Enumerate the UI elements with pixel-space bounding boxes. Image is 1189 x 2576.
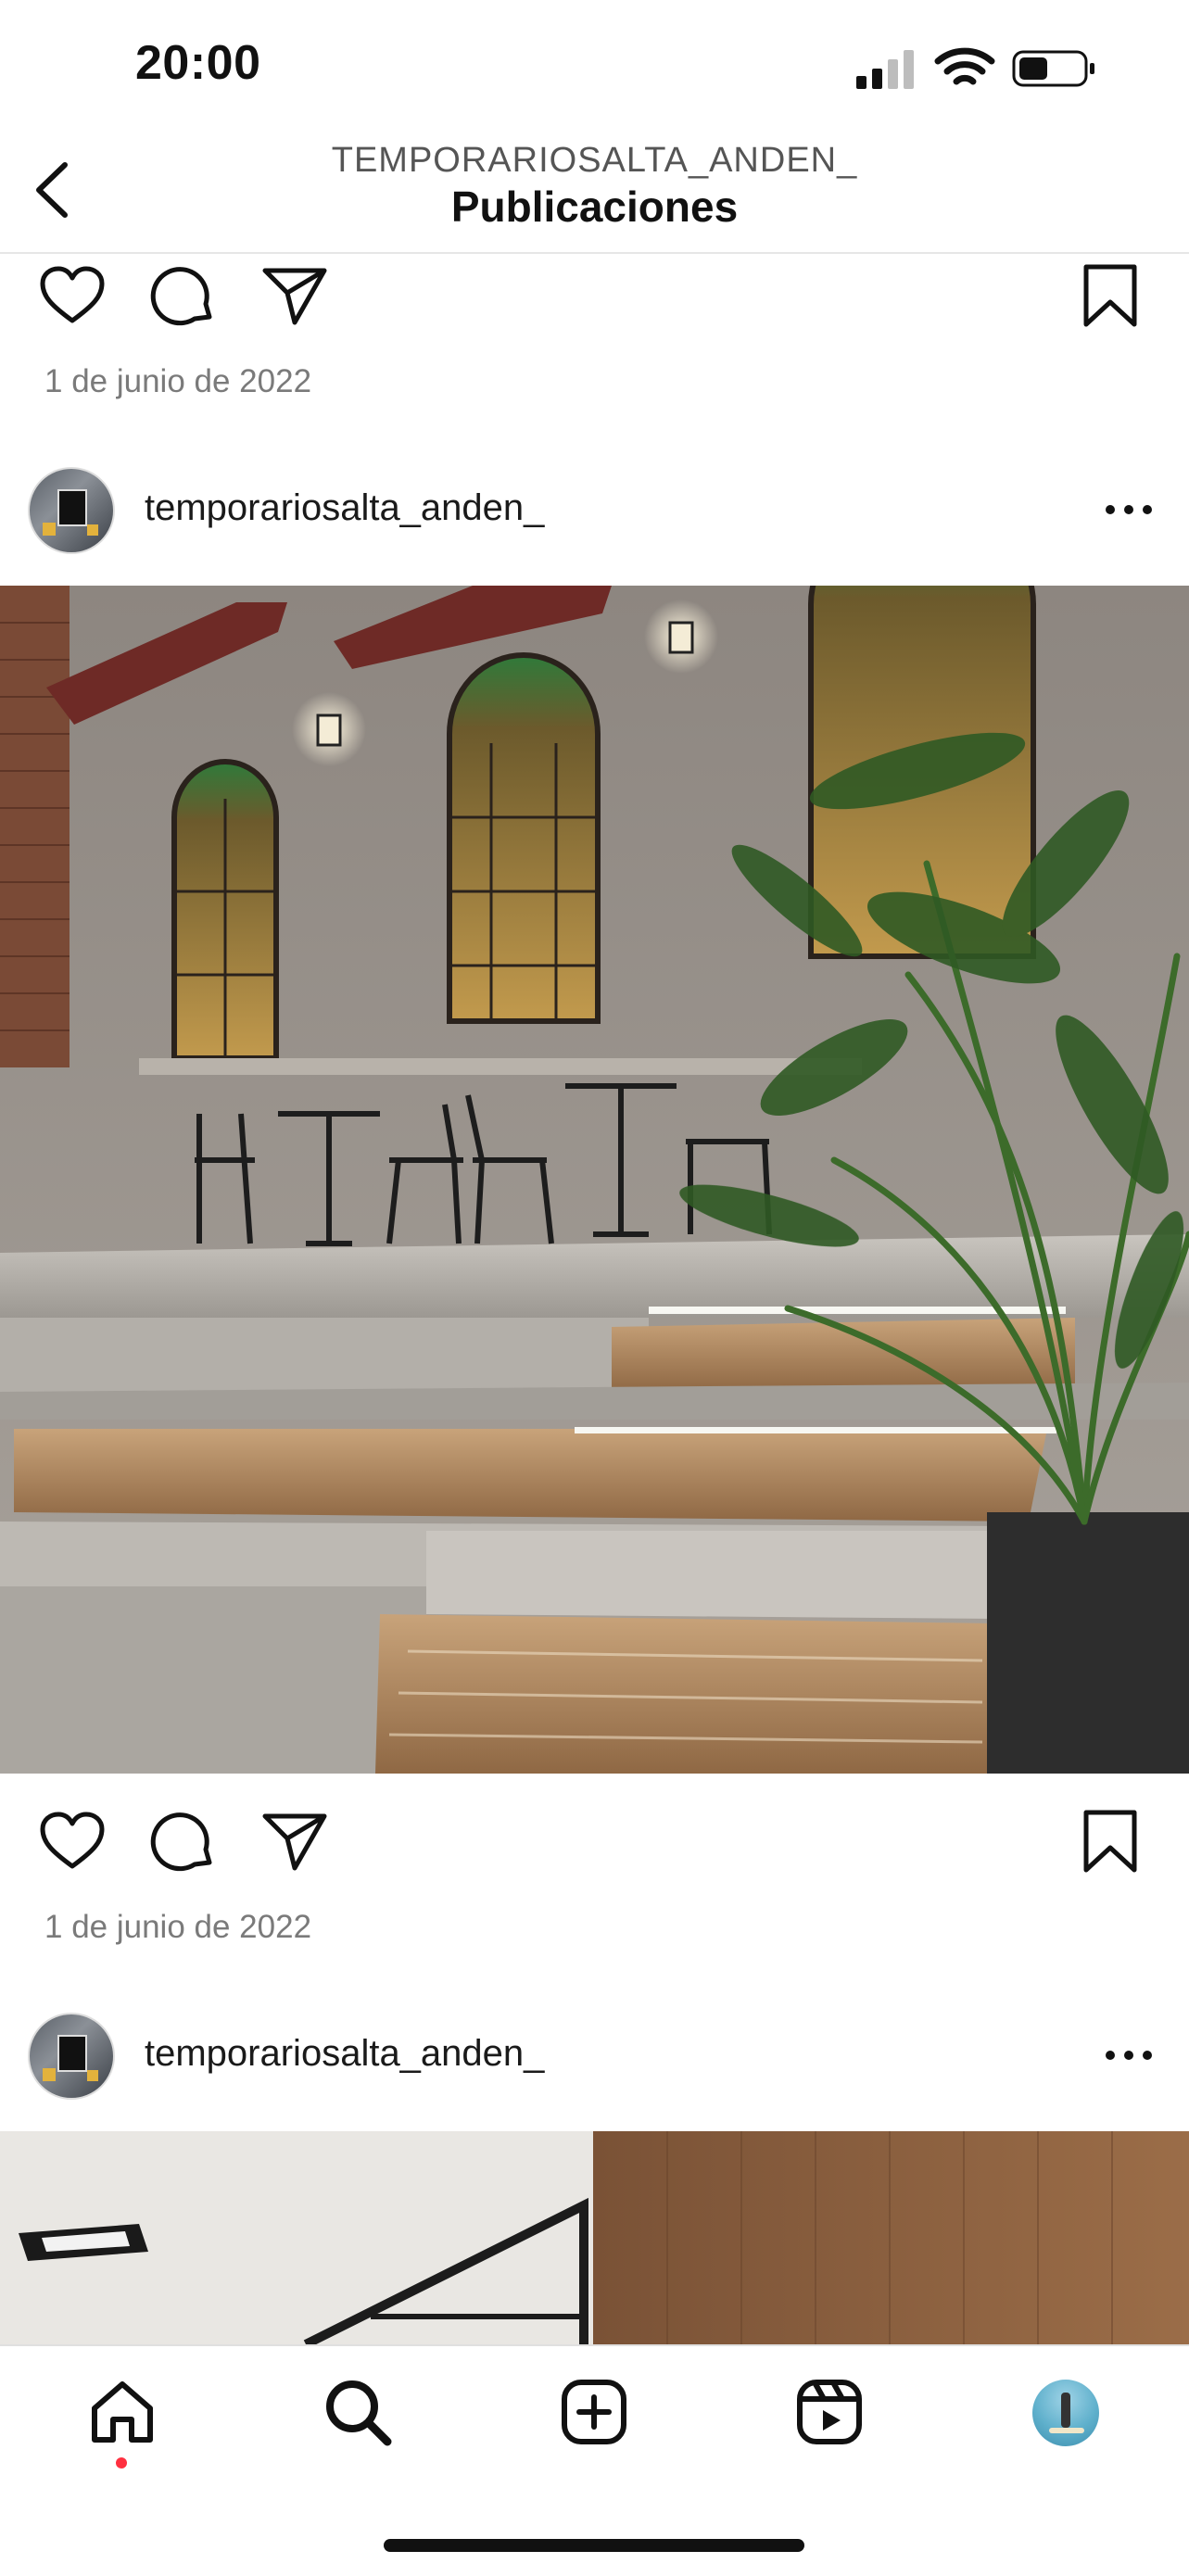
page-title: Publicaciones — [450, 183, 739, 231]
post-photo[interactable] — [0, 2131, 1189, 2344]
status-time: 20:00 — [135, 36, 261, 90]
post-username[interactable]: temporariosalta_anden_ — [145, 487, 544, 529]
post-date: 1 de junio de 2022 — [44, 363, 312, 399]
comment-bubble-icon — [150, 1812, 212, 1872]
more-options-button[interactable] — [1103, 2046, 1155, 2065]
comment-bubble-icon — [150, 267, 212, 326]
header-divider — [0, 252, 1189, 254]
post-username[interactable]: temporariosalta_anden_ — [145, 2033, 544, 2075]
like-button[interactable] — [37, 261, 108, 332]
share-button[interactable] — [259, 261, 330, 332]
heart-icon — [40, 1812, 105, 1869]
create-post-icon — [562, 2380, 626, 2444]
paper-plane-icon — [262, 1813, 327, 1871]
ellipsis-icon — [1106, 2051, 1152, 2060]
like-button[interactable] — [37, 1807, 108, 1877]
wifi-icon — [934, 44, 995, 91]
comment-button[interactable] — [148, 1807, 219, 1877]
reels-icon — [797, 2380, 862, 2444]
notification-dot — [116, 2457, 127, 2469]
paper-plane-icon — [262, 268, 327, 325]
bookmark-icon — [1083, 1810, 1137, 1873]
heart-icon — [40, 266, 105, 323]
nav-home-button[interactable] — [85, 2375, 159, 2449]
nav-reels-button[interactable] — [792, 2375, 866, 2449]
save-button[interactable] — [1075, 261, 1145, 332]
share-button[interactable] — [259, 1807, 330, 1877]
home-icon — [92, 2381, 153, 2443]
save-button[interactable] — [1075, 1807, 1145, 1877]
home-indicator — [384, 2539, 804, 2552]
header-account-name: TEMPORARIOSALTA_ANDEN_ — [331, 141, 858, 180]
nav-profile-avatar[interactable] — [1032, 2380, 1099, 2446]
battery-icon — [1012, 48, 1097, 89]
nav-search-button[interactable] — [321, 2375, 395, 2449]
bookmark-icon — [1083, 264, 1137, 327]
more-options-button[interactable] — [1103, 500, 1155, 519]
avatar[interactable] — [28, 2013, 115, 2100]
comment-button[interactable] — [148, 261, 219, 332]
search-icon — [326, 2380, 392, 2446]
nav-create-button[interactable] — [557, 2375, 631, 2449]
cellular-signal-icon — [854, 48, 919, 91]
post-date: 1 de junio de 2022 — [44, 1909, 312, 1945]
ellipsis-icon — [1106, 505, 1152, 514]
post-photo[interactable] — [0, 586, 1189, 1774]
avatar[interactable] — [28, 467, 115, 554]
